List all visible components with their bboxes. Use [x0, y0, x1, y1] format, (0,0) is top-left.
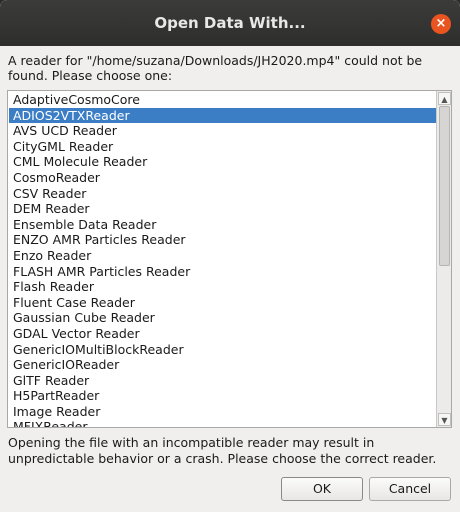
reader-list-items: AdaptiveCosmoCore ADIOS2VTXReader AVS UCD …	[9, 92, 436, 427]
prompt-text: A reader for "/home/suzana/Downloads/JH2…	[8, 53, 423, 83]
dialog-title: Open Data With...	[154, 14, 306, 32]
list-item[interactable]: Enzo Reader	[9, 248, 436, 264]
list-item[interactable]: CML Molecule Reader	[9, 154, 436, 170]
list-item[interactable]: GenericIOReader	[9, 357, 436, 373]
chevron-up-icon[interactable]: ▲	[438, 92, 451, 105]
list-item[interactable]: DEM Reader	[9, 201, 436, 217]
list-item[interactable]: Gaussian Cube Reader	[9, 310, 436, 326]
ok-button[interactable]: OK	[281, 477, 363, 501]
list-item[interactable]: ADIOS2VTXReader	[9, 107, 436, 124]
list-item[interactable]: GDAL Vector Reader	[9, 326, 436, 342]
list-item[interactable]: AdaptiveCosmoCore	[9, 92, 436, 108]
list-item[interactable]: ENZO AMR Particles Reader	[9, 232, 436, 248]
list-item[interactable]: Fluent Case Reader	[9, 295, 436, 311]
list-item[interactable]: CosmoReader	[9, 170, 436, 186]
reader-list[interactable]: AdaptiveCosmoCore ADIOS2VTXReader AVS UCD …	[7, 90, 452, 428]
list-item[interactable]: Flash Reader	[9, 279, 436, 295]
list-item[interactable]: GlTF Reader	[9, 373, 436, 389]
list-item[interactable]: Ensemble Data Reader	[9, 217, 436, 233]
warning-text: Opening the file with an incompatible re…	[8, 435, 437, 466]
list-item[interactable]: CSV Reader	[9, 186, 436, 202]
cancel-button[interactable]: Cancel	[369, 477, 451, 501]
list-item[interactable]: H5PartReader	[9, 388, 436, 404]
list-item[interactable]: GenericIOMultiBlockReader	[9, 342, 436, 358]
list-item[interactable]: MFIXReader	[9, 419, 436, 427]
list-item[interactable]: CityGML Reader	[9, 139, 436, 155]
close-button[interactable]: ×	[431, 14, 451, 34]
chevron-down-icon[interactable]: ▼	[438, 413, 451, 426]
title-bar[interactable]: Open Data With... ×	[0, 0, 460, 46]
list-item[interactable]: AVS UCD Reader	[9, 123, 436, 139]
close-icon: ×	[435, 16, 447, 31]
open-data-with-dialog: Open Data With... × A reader for "/home/…	[0, 0, 460, 512]
list-item[interactable]: FLASH AMR Particles Reader	[9, 264, 436, 280]
scrollbar-thumb[interactable]	[439, 106, 450, 266]
vertical-scrollbar[interactable]: ▲ ▼	[436, 91, 451, 427]
list-item[interactable]: Image Reader	[9, 404, 436, 420]
